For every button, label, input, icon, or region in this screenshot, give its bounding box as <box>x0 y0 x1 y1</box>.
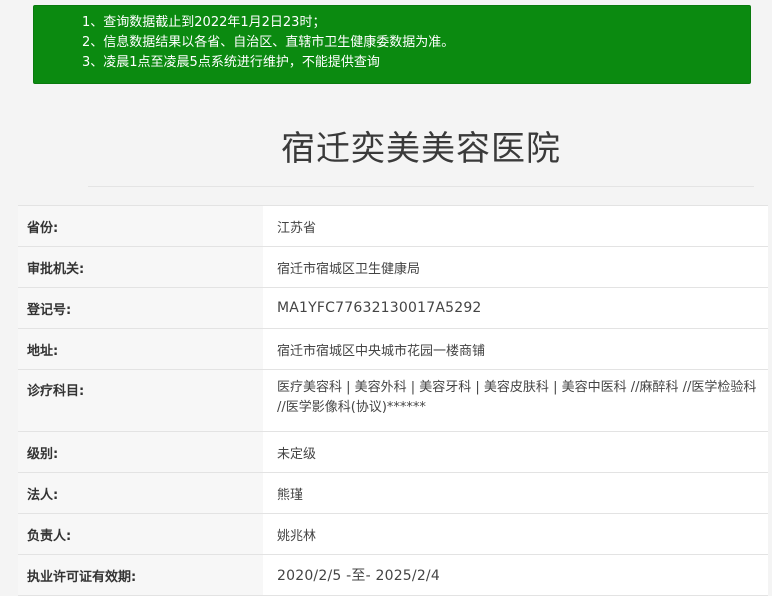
license-validity-label: 执业许可证有效期: <box>18 555 263 595</box>
departments-label: 诊疗科目: <box>18 370 263 431</box>
departments-value: 医疗美容科 | 美容外科 | 美容牙科 | 美容皮肤科 | 美容中医科 //麻醉… <box>263 370 768 431</box>
registration-label: 登记号: <box>18 288 263 328</box>
row-registration: 登记号: MA1YFC77632130017A5292 <box>18 288 768 329</box>
row-province: 省份: 江苏省 <box>18 206 768 247</box>
province-value: 江苏省 <box>263 206 768 246</box>
legal-person-value: 熊瑾 <box>263 473 768 513</box>
row-level: 级别: 未定级 <box>18 432 768 473</box>
level-value: 未定级 <box>263 432 768 472</box>
hospital-info-table: 省份: 江苏省 审批机关: 宿迁市宿城区卫生健康局 登记号: MA1YFC776… <box>18 205 768 596</box>
level-label: 级别: <box>18 432 263 472</box>
person-in-charge-value: 姚兆林 <box>263 514 768 554</box>
authority-label: 审批机关: <box>18 247 263 287</box>
legal-person-label: 法人: <box>18 473 263 513</box>
person-in-charge-label: 负责人: <box>18 514 263 554</box>
row-departments: 诊疗科目: 医疗美容科 | 美容外科 | 美容牙科 | 美容皮肤科 | 美容中医… <box>18 370 768 432</box>
notice-line-2: 2、信息数据结果以各省、自治区、直辖市卫生健康委数据为准。 <box>82 35 455 50</box>
row-license-validity: 执业许可证有效期: 2020/2/5 -至- 2025/2/4 <box>18 555 768 596</box>
license-validity-value: 2020/2/5 -至- 2025/2/4 <box>263 555 768 595</box>
notice-line-1: 1、查询数据截止到2022年1月2日23时； <box>82 15 326 30</box>
notice-banner: 1、查询数据截止到2022年1月2日23时； 2、信息数据结果以各省、自治区、直… <box>33 5 751 84</box>
address-label: 地址: <box>18 329 263 369</box>
registration-value: MA1YFC77632130017A5292 <box>263 288 768 328</box>
notice-line-3: 3、凌晨1点至凌晨5点系统进行维护，不能提供查询 <box>82 55 380 70</box>
authority-value: 宿迁市宿城区卫生健康局 <box>263 247 768 287</box>
row-person-in-charge: 负责人: 姚兆林 <box>18 514 768 555</box>
row-authority: 审批机关: 宿迁市宿城区卫生健康局 <box>18 247 768 288</box>
row-legal-person: 法人: 熊瑾 <box>18 473 768 514</box>
province-label: 省份: <box>18 206 263 246</box>
address-value: 宿迁市宿城区中央城市花园一楼商铺 <box>263 329 768 369</box>
row-address: 地址: 宿迁市宿城区中央城市花园一楼商铺 <box>18 329 768 370</box>
page-title: 宿迁奕美美容医院 <box>88 116 754 187</box>
